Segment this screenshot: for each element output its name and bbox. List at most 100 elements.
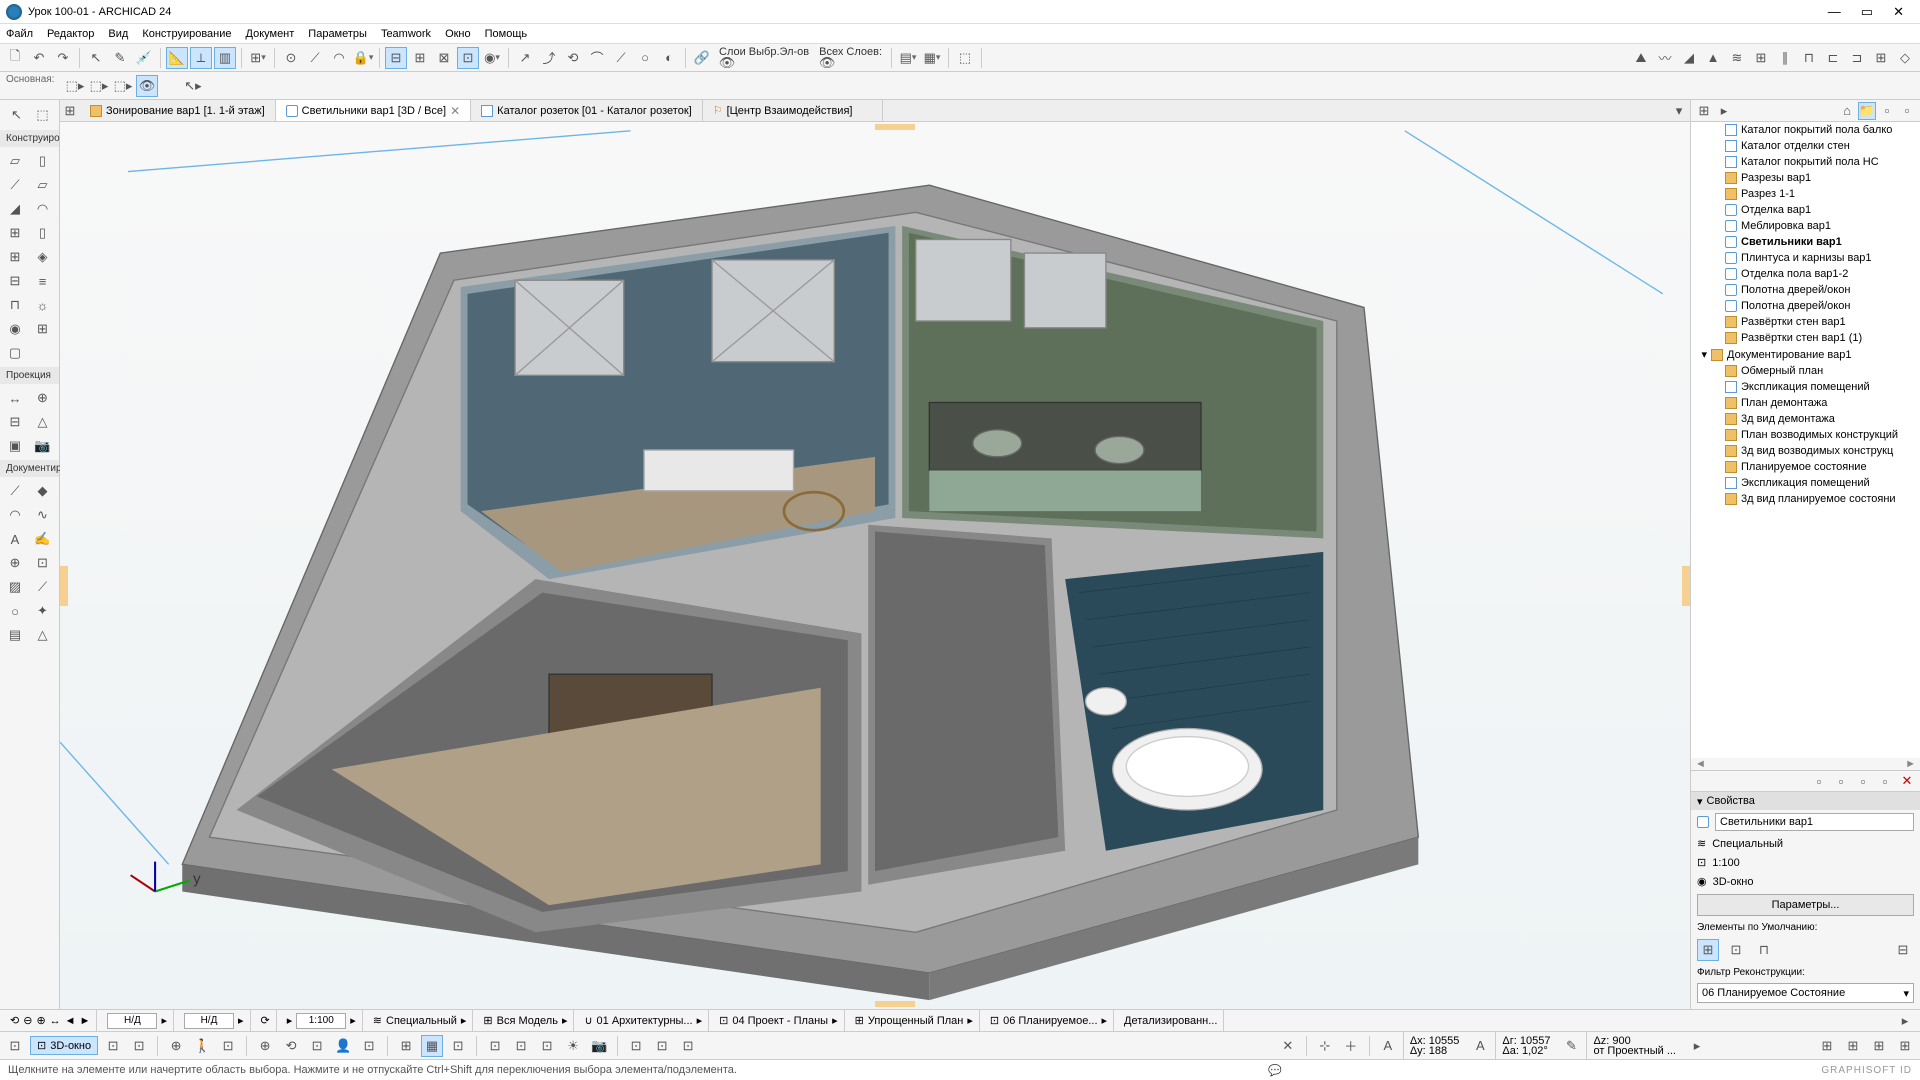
hatch-tool[interactable]: ▨ <box>3 576 27 598</box>
viewport-3d[interactable]: y <box>60 122 1690 1009</box>
extra2-button[interactable]: ▦▾ <box>921 47 943 69</box>
roof3-button[interactable]: ◢ <box>1678 47 1700 69</box>
scale-input[interactable] <box>296 1013 346 1029</box>
view-3d-button[interactable]: ⊡ <box>4 1035 26 1057</box>
roof7-button[interactable]: ∥ <box>1774 47 1796 69</box>
figure-tool[interactable]: ⊡ <box>31 552 55 574</box>
mvs-icon[interactable]: ⊡ <box>719 1014 728 1027</box>
layer-eye1-icon[interactable]: 👁 <box>719 57 735 69</box>
sb-more-icon[interactable]: ▸ <box>1686 1035 1708 1057</box>
ie-tool[interactable]: ▣ <box>3 435 27 457</box>
nav-item[interactable]: План демонтажа <box>1691 395 1920 411</box>
guide3-button[interactable]: ⊠ <box>433 47 455 69</box>
nav-item[interactable]: Полотна дверей/окон <box>1691 282 1920 298</box>
sb-grid2-icon[interactable]: ⊞ <box>1842 1035 1864 1057</box>
roof8-button[interactable]: ⊓ <box>1798 47 1820 69</box>
nav-item[interactable]: Развёртки стен вар1 (1) <box>1691 330 1920 346</box>
nav-item[interactable]: Обмерный план <box>1691 363 1920 379</box>
view-3d-badge[interactable]: ⊡3D-окно <box>30 1036 98 1055</box>
graphisoft-id-label[interactable]: GRAPHISOFT ID <box>1821 1065 1912 1076</box>
measure-area-button[interactable]: ▥ <box>214 47 236 69</box>
navigator-tree[interactable]: Каталог покрытий пола балкоКаталог отдел… <box>1691 122 1920 758</box>
nav-item[interactable]: Меблировка вар1 <box>1691 218 1920 234</box>
sb-grid1-icon[interactable]: ⊞ <box>1816 1035 1838 1057</box>
nav-scroll-left[interactable]: ◄ <box>1695 758 1706 770</box>
roof2-button[interactable]: 〰 <box>1654 47 1676 69</box>
slab-tool[interactable]: ▱ <box>31 174 55 196</box>
tab-overflow-button[interactable]: ▾ <box>1668 100 1690 122</box>
sb-btn12[interactable]: ⊡ <box>447 1035 469 1057</box>
sb-btn11[interactable]: ▦ <box>421 1035 443 1057</box>
nav-tb4-button[interactable]: ▫ <box>1876 772 1894 790</box>
label-tool[interactable]: ✍ <box>31 528 55 550</box>
tab-lights-3d[interactable]: Светильники вар1 [3D / Все] ✕ <box>276 100 471 121</box>
nav-item[interactable]: Полотна дверей/окон <box>1691 298 1920 314</box>
sb-origin-icon[interactable]: ⊹ <box>1314 1035 1336 1057</box>
tab-list-button[interactable]: ⊞ <box>60 100 80 122</box>
arrow-tool[interactable]: ↖ <box>6 104 28 126</box>
redo-button[interactable]: ↷ <box>52 47 74 69</box>
roof-tool[interactable]: ◢ <box>3 198 27 220</box>
nav-item[interactable]: Экспликация помещений <box>1691 379 1920 395</box>
shell-tool[interactable]: ◠ <box>31 198 55 220</box>
sel-mode4-button[interactable]: 👁 <box>136 75 158 97</box>
sb-btn9[interactable]: ⊡ <box>358 1035 380 1057</box>
sb-btn18[interactable]: ⊡ <box>651 1035 673 1057</box>
sb-btn15[interactable]: ⊡ <box>536 1035 558 1057</box>
sb-walk-icon[interactable]: 🚶 <box>191 1035 213 1057</box>
section-tool[interactable]: ⊟ <box>3 411 27 433</box>
level-tool[interactable]: ⊕ <box>31 387 55 409</box>
reno-icon[interactable]: ⊡ <box>990 1014 999 1027</box>
snap-point-button[interactable]: ⊙ <box>280 47 302 69</box>
default3-button[interactable]: ⊓ <box>1753 939 1775 961</box>
marquee-tool[interactable]: ⬚ <box>32 104 54 126</box>
beam-tool[interactable]: ⟋ <box>3 174 27 196</box>
nav-item[interactable]: Каталог отделки стен <box>1691 138 1920 154</box>
column-tool[interactable]: ▯ <box>31 150 55 172</box>
roof5-button[interactable]: ≋ <box>1726 47 1748 69</box>
sb-btn2[interactable]: ⊡ <box>128 1035 150 1057</box>
zoom-reset-icon[interactable]: ⟲ <box>10 1014 19 1027</box>
roof12-button[interactable]: ◇ <box>1894 47 1916 69</box>
sb-btn3[interactable]: ⊕ <box>165 1035 187 1057</box>
nd2-input[interactable] <box>184 1013 234 1029</box>
hotspot-tool[interactable]: ⊕ <box>3 552 27 574</box>
trace4-button[interactable]: ⌒ <box>586 47 608 69</box>
guide4-button[interactable]: ⊡ <box>457 47 479 69</box>
nav-tb1-button[interactable]: ▫ <box>1810 772 1828 790</box>
sb-btn16[interactable]: ☀ <box>562 1035 584 1057</box>
nav-item[interactable]: Разрез 1-1 <box>1691 186 1920 202</box>
nav-home-button[interactable]: ⌂ <box>1838 102 1856 120</box>
guide5-button[interactable]: ◉▾ <box>481 47 503 69</box>
filter-select[interactable]: 06 Планируемое Состояние▾ <box>1697 983 1914 1003</box>
nav-collapse-button[interactable]: ▸ <box>1894 1010 1916 1032</box>
trace3-button[interactable]: ⟲ <box>562 47 584 69</box>
sel-mode2-button[interactable]: ⬚▸ <box>88 75 110 97</box>
stair-tool[interactable]: ≡ <box>31 270 55 292</box>
default4-button[interactable]: ⊟ <box>1892 939 1914 961</box>
pen-icon[interactable]: ∪ <box>584 1014 592 1027</box>
sb-grid3-icon[interactable]: ⊞ <box>1868 1035 1890 1057</box>
sb-pencil-icon[interactable]: ✎ <box>1560 1035 1582 1057</box>
guide2-button[interactable]: ⊞ <box>409 47 431 69</box>
link-button[interactable]: 🔗 <box>691 47 713 69</box>
opening-tool[interactable]: ▢ <box>3 342 27 364</box>
nav-item[interactable]: Отделка вар1 <box>1691 202 1920 218</box>
circle-tool[interactable]: ○ <box>3 600 27 622</box>
zone-tool[interactable]: ⊞ <box>31 318 55 340</box>
tab-action-center[interactable]: ⚐ [Центр Взаимодействия] <box>703 100 883 121</box>
mesh-tool[interactable]: ⊞ <box>3 222 27 244</box>
star-tool[interactable]: ✦ <box>31 600 55 622</box>
nav-item[interactable]: Экспликация помещений <box>1691 475 1920 491</box>
line-tool[interactable]: ⟋ <box>3 480 27 502</box>
snap-arc-button[interactable]: ◠ <box>328 47 350 69</box>
nav-item[interactable]: Светильники вар1 <box>1691 234 1920 250</box>
model-icon[interactable]: ⊞ <box>483 1014 492 1027</box>
go-icon[interactable]: ⊞ <box>855 1014 864 1027</box>
sb-btn5[interactable]: ⊕ <box>254 1035 276 1057</box>
nav-layout-button[interactable]: ▫ <box>1878 102 1896 120</box>
pick-button[interactable]: ↖ <box>85 47 107 69</box>
nav-item[interactable]: Развёртки стен вар1 <box>1691 314 1920 330</box>
nav-tb3-button[interactable]: ▫ <box>1854 772 1872 790</box>
new-file-button[interactable]: 🗋 <box>4 47 26 69</box>
